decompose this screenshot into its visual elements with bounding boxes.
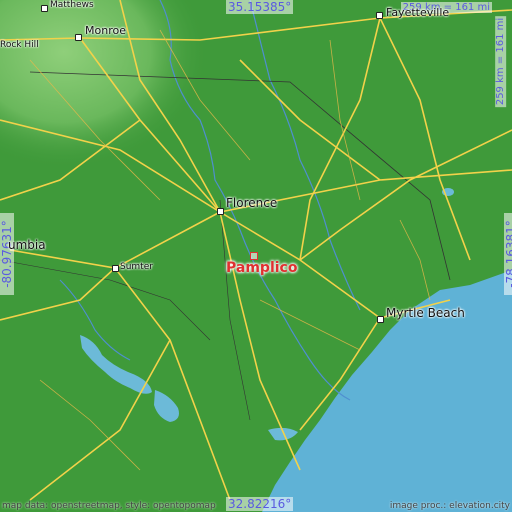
longitude-right-label: -78.16381° (504, 213, 512, 295)
city-label-sumter: Sumter (120, 262, 153, 272)
elevation-map: 35.15385° 32.82216° -80.97631° -78.16381… (0, 0, 512, 512)
city-label-florence: Florence (226, 196, 278, 210)
pamplico-label: Pamplico (226, 260, 298, 276)
city-marker-myrtle-beach (377, 316, 384, 323)
city-marker-sumter (112, 265, 119, 272)
city-marker-florence (217, 208, 224, 215)
city-marker-matthews (41, 5, 48, 12)
latitude-top-label: 35.15385° (226, 0, 294, 14)
city-label-matthews: Matthews (50, 0, 94, 10)
city-marker-monroe (75, 34, 82, 41)
city-label-rock-hill: Rock Hill (0, 40, 39, 50)
latitude-bottom-label: 32.82216° (226, 497, 294, 511)
city-label-fayetteville: Fayetteville (386, 6, 450, 19)
scale-vertical: 259 km = 161 mi (494, 15, 506, 108)
image-credit: image proc.: elevation.city (389, 501, 510, 511)
city-label-myrtle-beach: Myrtle Beach (386, 306, 465, 320)
longitude-left-label: -80.97631° (0, 213, 14, 295)
pamplico-marker (250, 252, 258, 260)
city-marker-fayetteville (376, 12, 383, 19)
map-credit: map data: openstreetmap, style: opentopo… (2, 501, 216, 511)
city-label-columbia: umbia (8, 238, 46, 252)
city-label-monroe: Monroe (85, 24, 126, 37)
